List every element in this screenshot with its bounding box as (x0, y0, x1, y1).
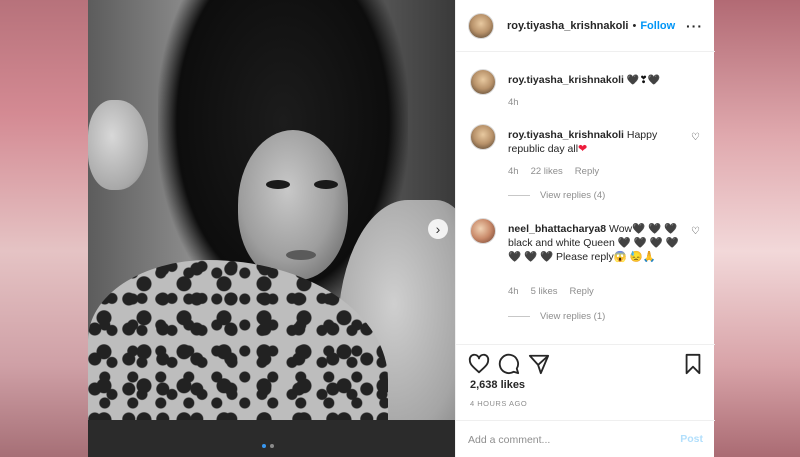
comment-time: 4h (508, 286, 519, 297)
comment-username[interactable]: roy.tiyasha_krishnakoli (508, 129, 624, 141)
photo-hand (88, 100, 148, 190)
comment-input[interactable] (468, 432, 658, 448)
photo-lips (286, 250, 316, 260)
comment-bubble-icon[interactable] (498, 353, 520, 375)
avatar[interactable] (468, 12, 494, 39)
add-comment-bar: Post (456, 420, 715, 457)
caption-meta: 4h (508, 97, 519, 108)
caption-username[interactable]: roy.tiyasha_krishnakoli (508, 74, 624, 86)
comment-username[interactable]: neel_bhattacharya8 (508, 223, 606, 235)
post-photo[interactable] (88, 0, 455, 457)
carousel-dot (270, 444, 274, 448)
comment-time: 4h (508, 166, 519, 177)
comment-reply-button[interactable]: Reply (575, 166, 599, 177)
avatar[interactable] (470, 218, 496, 244)
comment-meta: 4h 22 likes Reply (508, 166, 599, 177)
comment-body: neel_bhattacharya8 Wow🖤 🖤 🖤 black and wh… (508, 222, 688, 264)
carousel-indicator (262, 444, 274, 448)
comment-body: roy.tiyasha_krishnakoli Happy republic d… (508, 128, 688, 156)
comment-likes[interactable]: 22 likes (531, 166, 563, 177)
paper-plane-icon[interactable] (528, 353, 550, 375)
view-replies-line (508, 316, 530, 317)
caption-time: 4h (508, 97, 519, 108)
photo-eye-right (314, 180, 338, 189)
caption-body: roy.tiyasha_krishnakoli 🖤❣🖤 (508, 73, 688, 88)
author-username[interactable]: roy.tiyasha_krishnakoli (507, 20, 628, 32)
view-replies-button[interactable]: View replies (4) (508, 190, 605, 201)
follow-button[interactable]: Follow (640, 20, 675, 32)
comment-reply-button[interactable]: Reply (570, 286, 594, 297)
post-side-panel: roy.tiyasha_krishnakoli • Follow ··· roy… (455, 0, 715, 457)
view-replies-button[interactable]: View replies (1) (508, 311, 605, 322)
comment-emoji: ❤ (578, 143, 588, 155)
post-comment-button[interactable]: Post (680, 433, 703, 445)
comment-meta: 4h 5 likes Reply (508, 286, 594, 297)
view-replies-line (508, 195, 530, 196)
caption-text: 🖤❣🖤 (626, 75, 661, 86)
comment-like-icon[interactable]: ♡ (691, 132, 700, 143)
view-replies-label: View replies (1) (540, 311, 606, 322)
view-replies-label: View replies (4) (540, 190, 606, 201)
comment-like-icon[interactable]: ♡ (691, 226, 700, 237)
carousel-next-button[interactable]: › (428, 219, 448, 239)
likes-count[interactable]: 2,638 likes (470, 379, 525, 391)
photo-floor (88, 420, 455, 457)
separator-dot: • (632, 19, 637, 32)
photo-eye-left (266, 180, 290, 189)
chevron-right-icon: › (435, 221, 441, 237)
carousel-dot-active (262, 444, 266, 448)
heart-outline-icon[interactable] (468, 353, 490, 375)
background-blur-left (0, 0, 88, 457)
post-header: roy.tiyasha_krishnakoli • Follow ··· (456, 0, 715, 52)
post-actions (456, 344, 715, 384)
post-timestamp[interactable]: 4 HOURS AGO (470, 399, 527, 408)
more-options-icon[interactable]: ··· (686, 18, 703, 34)
avatar[interactable] (470, 69, 496, 95)
avatar[interactable] (470, 124, 496, 150)
comment-likes[interactable]: 5 likes (531, 286, 558, 297)
bookmark-icon[interactable] (682, 353, 704, 375)
comments-list[interactable]: roy.tiyasha_krishnakoli 🖤❣🖤 4h roy.tiyas… (456, 52, 715, 344)
background-blur-right (714, 0, 800, 457)
